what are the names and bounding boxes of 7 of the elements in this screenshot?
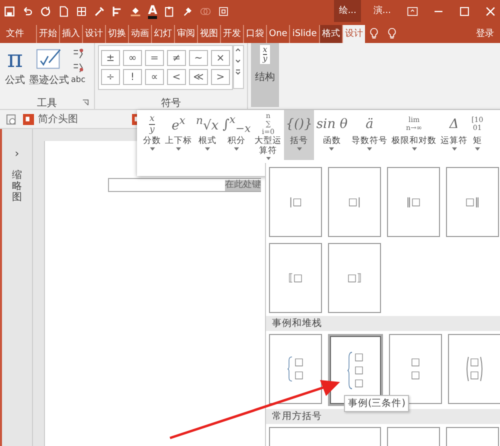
tooltip: 事例(三条件)	[344, 395, 410, 412]
thumbnail-pane-label: 缩略图	[12, 170, 22, 203]
section-header: 常用方括号	[266, 409, 500, 424]
group-label: 符号	[161, 96, 181, 110]
equation-placeholder-text: 在此处键	[225, 180, 261, 190]
group-label: 工具	[37, 96, 57, 110]
section-header: 事例和堆栈	[266, 316, 500, 331]
